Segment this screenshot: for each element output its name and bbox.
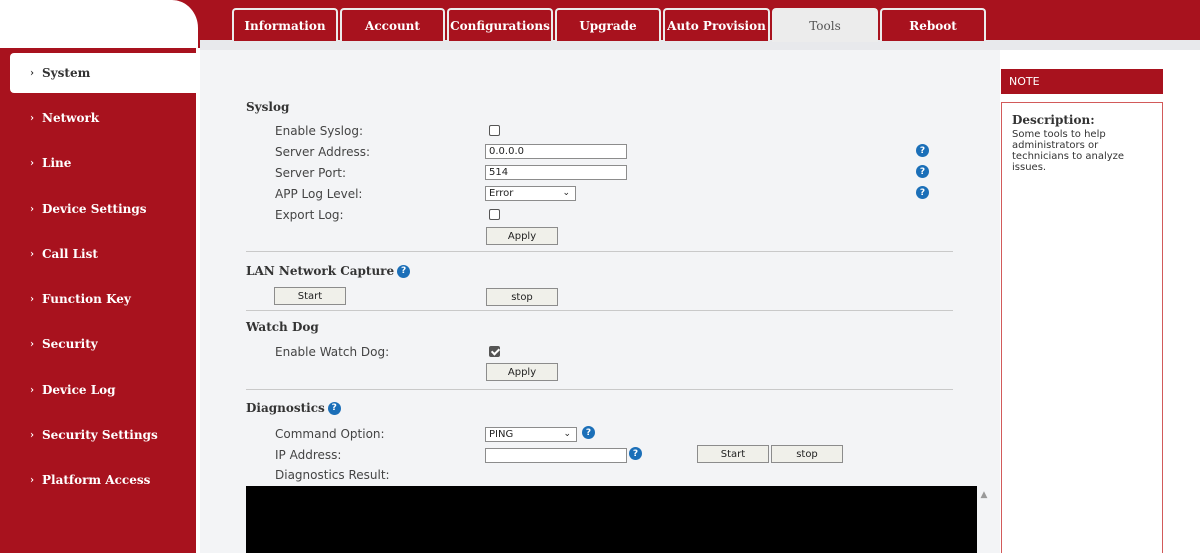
note-panel: Description: Some tools to help administ…: [1001, 102, 1163, 553]
sidebar-item-device-log[interactable]: › Device Log: [0, 370, 196, 410]
export-log-checkbox[interactable]: [489, 209, 500, 220]
diagnostics-result-label: Diagnostics Result:: [275, 468, 390, 482]
syslog-apply-button[interactable]: Apply: [486, 227, 558, 245]
sidebar-item-label: Function Key: [42, 292, 131, 306]
diagnostics-title: Diagnostics ?: [246, 401, 341, 415]
tab-configurations[interactable]: Configurations: [447, 8, 553, 41]
enable-watchdog-checkbox[interactable]: [489, 346, 500, 357]
tab-reboot[interactable]: Reboot: [880, 8, 986, 41]
chevron-right-icon: ›: [30, 384, 34, 396]
chevron-right-icon: ›: [30, 248, 34, 260]
note-header: NOTE: [1001, 69, 1163, 94]
sidebar-item-function-key[interactable]: › Function Key: [0, 279, 196, 319]
chevron-right-icon: ›: [30, 293, 34, 305]
sidebar-item-label: Security: [42, 337, 98, 351]
app-log-level-value: Error: [489, 188, 514, 199]
chevron-right-icon: ›: [30, 112, 34, 124]
tab-upgrade[interactable]: Upgrade: [555, 8, 661, 41]
help-icon[interactable]: ?: [916, 186, 929, 199]
help-icon[interactable]: ?: [916, 144, 929, 157]
chevron-down-icon: ⌄: [562, 188, 570, 198]
sidebar: › System › Network › Line › Device Setti…: [0, 48, 196, 553]
chevron-right-icon: ›: [30, 203, 34, 215]
ip-address-input[interactable]: [485, 448, 627, 463]
server-address-input[interactable]: 0.0.0.0: [485, 144, 627, 159]
diagnostics-stop-button[interactable]: stop: [771, 445, 843, 463]
chevron-right-icon: ›: [30, 429, 34, 441]
tab-tools[interactable]: Tools: [772, 8, 878, 42]
sidebar-item-label: Device Settings: [42, 202, 147, 216]
note-text: Some tools to help administrators or tec…: [1012, 129, 1125, 173]
diagnostics-start-button[interactable]: Start: [697, 445, 769, 463]
sidebar-item-label: Platform Access: [42, 473, 151, 487]
sidebar-item-label: Network: [42, 111, 100, 125]
sidebar-item-security-settings[interactable]: › Security Settings: [0, 415, 196, 455]
sidebar-item-network[interactable]: › Network: [0, 98, 196, 138]
enable-syslog-label: Enable Syslog:: [275, 124, 363, 138]
help-icon[interactable]: ?: [327, 401, 341, 415]
chevron-right-icon: ›: [30, 474, 34, 486]
server-address-label: Server Address:: [275, 145, 370, 159]
enable-syslog-checkbox[interactable]: [489, 125, 500, 136]
help-icon[interactable]: ?: [629, 447, 642, 460]
export-log-label: Export Log:: [275, 208, 344, 222]
command-option-select[interactable]: PING ⌄: [485, 427, 577, 442]
main-content: Syslog Enable Syslog: Server Address: 0.…: [200, 50, 1000, 553]
help-icon[interactable]: ?: [397, 264, 411, 278]
tab-auto-provision[interactable]: Auto Provision: [663, 8, 770, 41]
server-port-label: Server Port:: [275, 166, 346, 180]
tab-information[interactable]: Information: [232, 8, 338, 41]
tab-strip: [200, 40, 1200, 50]
watchdog-title: Watch Dog: [246, 320, 319, 334]
enable-watchdog-label: Enable Watch Dog:: [275, 345, 390, 359]
lan-capture-title: LAN Network Capture ?: [246, 264, 411, 278]
chevron-right-icon: ›: [30, 67, 34, 79]
app-log-level-label: APP Log Level:: [275, 187, 363, 201]
sidebar-item-label: Device Log: [42, 383, 116, 397]
lan-capture-stop-button[interactable]: stop: [486, 288, 558, 306]
sidebar-item-platform-access[interactable]: › Platform Access: [0, 460, 196, 500]
syslog-title: Syslog: [246, 100, 289, 114]
lan-capture-title-text: LAN Network Capture: [246, 264, 395, 278]
divider: [246, 251, 953, 252]
ip-address-label: IP Address:: [275, 448, 342, 462]
chevron-down-icon: ⌄: [563, 429, 571, 439]
divider: [246, 310, 953, 311]
sidebar-item-label: Line: [42, 156, 72, 170]
help-icon[interactable]: ?: [582, 426, 595, 439]
sidebar-item-label: System: [42, 66, 91, 80]
chevron-right-icon: ›: [30, 157, 34, 169]
command-option-value: PING: [489, 429, 514, 440]
scroll-up-icon[interactable]: ▲: [978, 490, 990, 502]
sidebar-item-system[interactable]: › System: [10, 53, 196, 93]
syslog-title-text: Syslog: [246, 100, 290, 114]
command-option-label: Command Option:: [275, 427, 385, 441]
chevron-right-icon: ›: [30, 338, 34, 350]
sidebar-item-label: Security Settings: [42, 428, 158, 442]
watchdog-title-text: Watch Dog: [246, 320, 319, 334]
server-port-input[interactable]: 514: [485, 165, 627, 180]
sidebar-item-label: Call List: [42, 247, 98, 261]
sidebar-item-call-list[interactable]: › Call List: [0, 234, 196, 274]
watchdog-apply-button[interactable]: Apply: [486, 363, 558, 381]
lan-capture-start-button[interactable]: Start: [274, 287, 346, 305]
note-title: Description:: [1012, 113, 1095, 127]
diagnostics-result-textarea[interactable]: [246, 486, 977, 553]
divider: [246, 389, 953, 390]
sidebar-item-device-settings[interactable]: › Device Settings: [0, 189, 196, 229]
tab-account[interactable]: Account: [340, 8, 445, 41]
help-icon[interactable]: ?: [916, 165, 929, 178]
diagnostics-title-text: Diagnostics: [246, 401, 325, 415]
sidebar-item-line[interactable]: › Line: [0, 143, 196, 183]
logo-area: [0, 0, 200, 48]
sidebar-item-security[interactable]: › Security: [0, 324, 196, 364]
app-log-level-select[interactable]: Error ⌄: [485, 186, 576, 201]
